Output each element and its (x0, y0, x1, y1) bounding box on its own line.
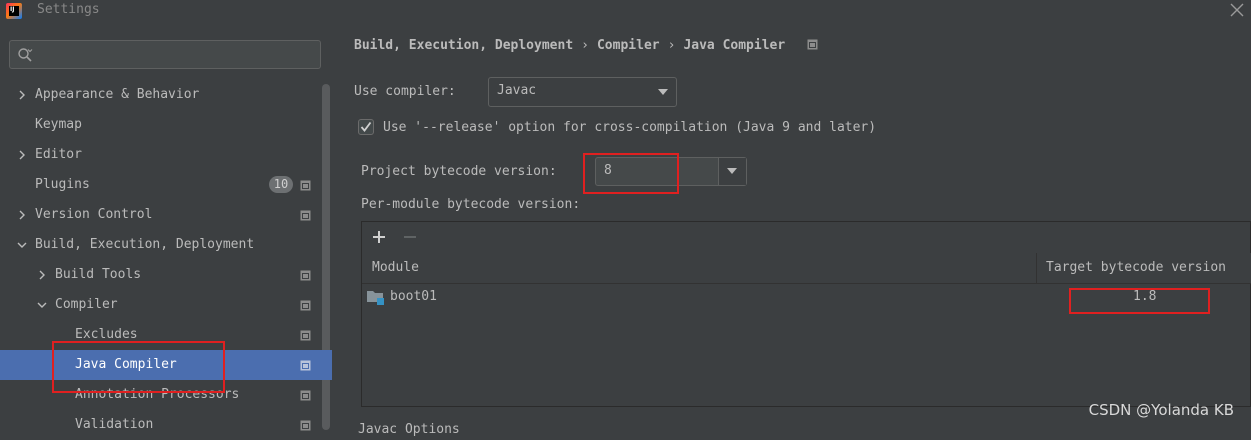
project-settings-icon (300, 330, 311, 341)
chevron-right-icon[interactable] (37, 270, 47, 280)
release-option-checkbox[interactable] (358, 119, 374, 135)
sidebar-item-build-execution-deployment[interactable]: Build, Execution, Deployment (0, 230, 332, 260)
breadcrumb: Build, Execution, Deployment › Compiler › Ja… (354, 38, 818, 53)
breadcrumb-part: Build, Execution, Deployment (354, 38, 574, 53)
settings-sidebar: Appearance & Behavior Keymap Editor Plug… (0, 22, 333, 432)
project-bytecode-dropdown-button[interactable] (718, 158, 746, 185)
column-header-target-version[interactable]: Target bytecode version (1046, 253, 1251, 283)
sidebar-item-label: Version Control (35, 207, 153, 222)
project-settings-icon (300, 210, 311, 221)
breadcrumb-separator: › (581, 38, 589, 53)
search-input[interactable] (42, 44, 316, 66)
title-bar: IJ Settings (0, 0, 1251, 22)
breadcrumb-part: Compiler (596, 38, 660, 53)
use-compiler-dropdown[interactable]: Javac (488, 77, 677, 107)
sidebar-item-keymap[interactable]: Keymap (0, 110, 332, 140)
sidebar-item-label: Build, Execution, Deployment (35, 237, 255, 252)
project-settings-icon (300, 390, 311, 401)
sidebar-item-label: Plugins (35, 177, 90, 192)
chevron-right-icon[interactable] (17, 210, 27, 220)
highlight-box-target-version (1069, 288, 1210, 314)
remove-icon[interactable] (402, 229, 418, 245)
use-compiler-label: Use compiler: (354, 84, 456, 99)
sidebar-item-label: Editor (35, 147, 82, 162)
sidebar-item-build-tools[interactable]: Build Tools (0, 260, 332, 290)
chevron-down-icon[interactable] (17, 240, 27, 250)
chevron-right-icon[interactable] (17, 90, 27, 100)
project-settings-icon (300, 420, 311, 431)
sidebar-item-label: Build Tools (55, 267, 142, 282)
chevron-down-icon (658, 89, 668, 95)
checkmark-icon (360, 121, 372, 132)
project-settings-icon (300, 360, 311, 371)
window-title: Settings (37, 2, 100, 17)
intellij-logo-icon: IJ (6, 3, 22, 19)
module-name-cell: boot01 (390, 289, 437, 304)
breadcrumb-separator: › (667, 38, 676, 53)
plugins-update-badge: 10 (269, 176, 293, 193)
release-option-label: Use '--release' option for cross-compila… (383, 120, 877, 135)
project-settings-icon (807, 39, 818, 50)
table-toolbar (362, 222, 1251, 254)
highlight-box-project-bytecode (583, 153, 679, 194)
sidebar-item-label: Appearance & Behavior (35, 87, 200, 102)
sidebar-item-label: Compiler (55, 297, 118, 312)
column-header-module[interactable]: Module (372, 253, 419, 283)
settings-content: Build, Execution, Deployment › Compiler › Ja… (333, 22, 1251, 437)
per-module-label: Per-module bytecode version: (361, 197, 581, 212)
chevron-right-icon[interactable] (17, 150, 27, 160)
sidebar-item-plugins[interactable]: Plugins 10 (0, 170, 332, 200)
highlight-box-java-compiler (52, 341, 225, 393)
search-icon (18, 48, 33, 62)
sidebar-item-label: Keymap (35, 117, 82, 132)
chevron-down-icon[interactable] (37, 300, 47, 310)
project-settings-icon (300, 180, 311, 191)
add-icon[interactable] (371, 229, 387, 245)
sidebar-item-compiler[interactable]: Compiler (0, 290, 332, 320)
chevron-down-icon (727, 168, 737, 174)
project-settings-icon (300, 300, 311, 311)
per-module-table-panel: Module Target bytecode version boot01 1.… (361, 221, 1251, 407)
project-bytecode-label: Project bytecode version: (361, 164, 557, 179)
breadcrumb-part: Java Compiler (683, 38, 786, 53)
sidebar-item-validation[interactable]: Validation (0, 410, 332, 440)
table-header: Module Target bytecode version (362, 253, 1251, 284)
sidebar-item-version-control[interactable]: Version Control (0, 200, 332, 230)
use-compiler-value: Javac (497, 83, 537, 98)
close-icon[interactable] (1229, 2, 1245, 18)
sidebar-item-editor[interactable]: Editor (0, 140, 332, 170)
project-settings-icon (300, 270, 311, 281)
module-folder-icon (367, 291, 384, 305)
sidebar-item-label: Validation (75, 417, 154, 432)
watermark: CSDN @Yolanda KB (1088, 401, 1234, 419)
sidebar-item-appearance-behavior[interactable]: Appearance & Behavior (0, 80, 332, 110)
search-field[interactable] (9, 40, 321, 69)
column-divider[interactable] (1036, 253, 1037, 283)
